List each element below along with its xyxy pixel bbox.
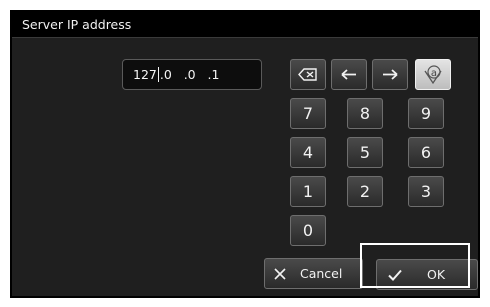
alphabet-mode-button[interactable]: a [415,59,451,90]
backspace-icon [291,60,325,89]
key-2[interactable]: 2 [347,176,383,207]
key-0[interactable]: 0 [290,215,326,246]
cancel-button[interactable]: Cancel [264,258,363,289]
key-3[interactable]: 3 [408,176,444,207]
key-7[interactable]: 7 [290,98,326,129]
ip-address-field[interactable]: 127.0 .0 .1 [122,59,262,90]
key-9[interactable]: 9 [408,98,444,129]
text-caret [157,67,159,82]
backspace-button[interactable] [290,59,326,90]
key-6[interactable]: 6 [408,137,444,168]
alphabet-mode-glyph: a [431,68,437,79]
key-8[interactable]: 8 [347,98,383,129]
arrow-right-icon [373,60,407,89]
cursor-right-button[interactable] [372,59,408,90]
ip-value-after-caret: .0 .0 .1 [159,67,220,82]
key-4[interactable]: 4 [290,137,326,168]
key-5[interactable]: 5 [347,137,383,168]
arrow-left-icon [332,60,366,89]
dialog-title: Server IP address [12,12,478,38]
ok-focus-frame [360,243,470,288]
key-1[interactable]: 1 [290,176,326,207]
ip-value-before-caret: 127 [133,67,157,82]
alphabet-mode-icon: a [416,60,450,89]
cursor-left-button[interactable] [331,59,367,90]
close-icon [273,267,287,281]
cancel-label: Cancel [300,266,343,281]
